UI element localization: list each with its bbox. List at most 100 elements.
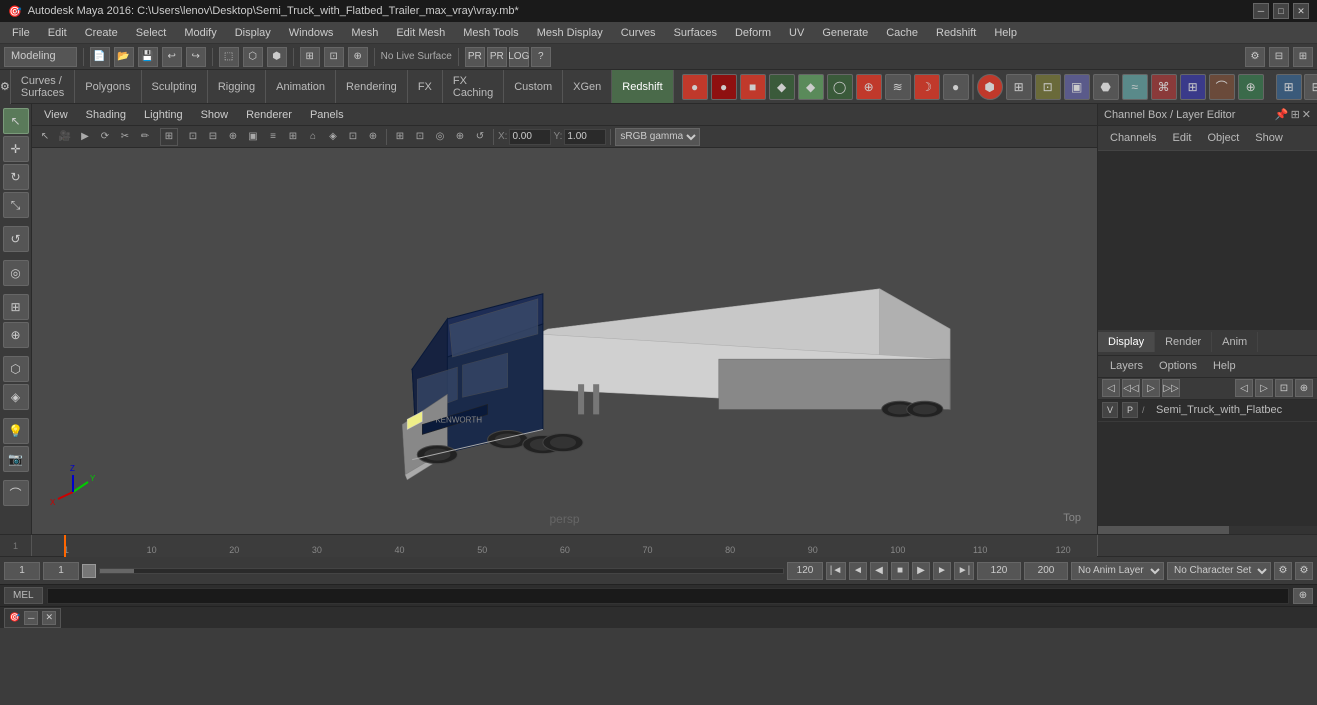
vt-btn-20[interactable]: ◎ [431, 128, 449, 146]
lasso-tool[interactable]: ⬡ [243, 47, 263, 67]
play-fwd-btn[interactable]: ▶ [912, 562, 930, 580]
crv-btn[interactable]: ⌒ [3, 480, 29, 506]
vp-menu-renderer[interactable]: Renderer [238, 107, 300, 123]
snap-curve[interactable]: ⊡ [324, 47, 344, 67]
mode-dropdown[interactable]: Modeling [4, 47, 77, 67]
light-btn[interactable]: 💡 [3, 418, 29, 444]
gamma-select[interactable]: sRGB gamma [615, 128, 700, 146]
rp-float-btn[interactable]: ⊞ [1291, 108, 1300, 121]
layers-scroll-thumb[interactable] [1098, 526, 1229, 534]
open-scene-btn[interactable]: 📂 [114, 47, 134, 67]
vt-btn-15[interactable]: ◈ [324, 128, 342, 146]
menu-mesh-tools[interactable]: Mesh Tools [455, 25, 526, 41]
rp-tab-anim[interactable]: Anim [1212, 332, 1258, 352]
vt-btn-19[interactable]: ⊡ [411, 128, 429, 146]
camera-btn[interactable]: 📷 [3, 446, 29, 472]
tab-animation[interactable]: Animation [266, 70, 336, 103]
layer-opt1[interactable]: ◁ [1235, 379, 1253, 397]
vt-btn-5[interactable]: ✂ [116, 128, 134, 146]
ch-object[interactable]: Object [1201, 130, 1245, 146]
menu-edit[interactable]: Edit [40, 25, 75, 41]
playback-opts-btn[interactable]: ⚙ [1274, 562, 1292, 580]
menu-help[interactable]: Help [986, 25, 1025, 41]
menu-deform[interactable]: Deform [727, 25, 779, 41]
render-btn[interactable]: PR [465, 47, 485, 67]
menu-windows[interactable]: Windows [281, 25, 342, 41]
layers-scrollbar[interactable] [1098, 526, 1317, 534]
end-frame-input[interactable]: 120 [787, 562, 823, 580]
vt-btn-18[interactable]: ⊞ [391, 128, 409, 146]
select-tool[interactable]: ⬚ [219, 47, 239, 67]
scale-tool-btn[interactable]: ⤡ [3, 192, 29, 218]
maximize-button[interactable]: □ [1273, 3, 1289, 19]
coord-x-input[interactable] [509, 129, 551, 145]
tab-fx-caching[interactable]: FX Caching [443, 70, 504, 103]
viewport-canvas[interactable]: KENWORTH persp Y X Z Top [32, 148, 1097, 534]
shelf-icon-3[interactable]: ■ [740, 74, 766, 100]
go-start-btn[interactable]: |◄ [826, 562, 846, 580]
shelf-icon-r2[interactable]: ⊟ [1304, 74, 1317, 100]
close-button[interactable]: ✕ [1293, 3, 1309, 19]
vp-menu-show[interactable]: Show [193, 107, 237, 123]
log-btn[interactable]: LOG [509, 47, 529, 67]
layer-end-btn[interactable]: ▷▷ [1162, 379, 1180, 397]
vt-btn-16[interactable]: ⊡ [344, 128, 362, 146]
menu-file[interactable]: File [4, 25, 38, 41]
shelf-icon-17[interactable]: ⌘ [1151, 74, 1177, 100]
tab-curves-surfaces[interactable]: Curves / Surfaces [11, 70, 75, 103]
tab-rendering[interactable]: Rendering [336, 70, 408, 103]
layer-opt3[interactable]: ⊡ [1275, 379, 1293, 397]
help-tab[interactable]: Help [1207, 358, 1242, 374]
layer-opt4[interactable]: ⊕ [1295, 379, 1313, 397]
rp-tab-display[interactable]: Display [1098, 332, 1155, 352]
menu-generate[interactable]: Generate [814, 25, 876, 41]
shelf-icon-15[interactable]: ⬣ [1093, 74, 1119, 100]
mel-input[interactable] [47, 588, 1289, 604]
shelf-icon-8[interactable]: ≋ [885, 74, 911, 100]
vt-btn-22[interactable]: ↺ [471, 128, 489, 146]
layers-tab[interactable]: Layers [1104, 358, 1149, 374]
save-scene-btn[interactable]: 💾 [138, 47, 158, 67]
rp-pin-btn[interactable]: 📌 [1275, 108, 1289, 121]
layer-opt2[interactable]: ▷ [1255, 379, 1273, 397]
layer-add-btn[interactable]: ◁ [1102, 379, 1120, 397]
soft-sel-btn[interactable]: ◎ [3, 260, 29, 286]
menu-uv[interactable]: UV [781, 25, 812, 41]
vt-btn-9[interactable]: ⊟ [204, 128, 222, 146]
paint-btn[interactable]: ◈ [3, 384, 29, 410]
shelf-icon-r1[interactable]: ⊞ [1276, 74, 1302, 100]
layer-p-btn[interactable]: P [1122, 402, 1138, 418]
stop-btn[interactable]: ■ [891, 562, 909, 580]
menu-modify[interactable]: Modify [176, 25, 224, 41]
playback-total-input[interactable]: 200 [1024, 562, 1068, 580]
rotate-tool-btn[interactable]: ↻ [3, 164, 29, 190]
menu-cache[interactable]: Cache [878, 25, 926, 41]
tab-rigging[interactable]: Rigging [208, 70, 266, 103]
title-bar-controls[interactable]: ─ □ ✕ [1253, 3, 1309, 19]
timeline-ruler[interactable]: 1 10 20 30 40 50 60 70 80 90 100 110 120 [64, 535, 1097, 557]
vt-btn-10[interactable]: ⊕ [224, 128, 242, 146]
shelf-icon-4[interactable]: ◆ [769, 74, 795, 100]
vt-btn-14[interactable]: ⌂ [304, 128, 322, 146]
shelf-icon-1[interactable]: ● [682, 74, 708, 100]
frame-slider[interactable] [99, 568, 784, 574]
start-frame-input[interactable]: 1 [4, 562, 40, 580]
tab-sculpting[interactable]: Sculpting [142, 70, 208, 103]
shelf-icon-6[interactable]: ◯ [827, 74, 853, 100]
playback-end-input[interactable]: 120 [977, 562, 1021, 580]
shelf-icon-19[interactable]: ⌒ [1209, 74, 1235, 100]
menu-curves[interactable]: Curves [613, 25, 664, 41]
current-frame-input[interactable]: 1 [43, 562, 79, 580]
vt-btn-11[interactable]: ▣ [244, 128, 262, 146]
mel-tab[interactable]: MEL [4, 587, 43, 604]
rp-tab-render[interactable]: Render [1155, 332, 1212, 352]
new-scene-btn[interactable]: 📄 [90, 47, 110, 67]
tab-custom[interactable]: Custom [504, 70, 563, 103]
char-opts-btn[interactable]: ⚙ [1295, 562, 1313, 580]
ch-channels[interactable]: Channels [1104, 130, 1162, 146]
menu-mesh[interactable]: Mesh [343, 25, 386, 41]
vt-btn-13[interactable]: ⊞ [284, 128, 302, 146]
shelf-icon-11[interactable]: ⬢ [977, 74, 1003, 100]
character-set-select[interactable]: No Character Set [1167, 562, 1271, 580]
shelf-icon-12[interactable]: ⊞ [1006, 74, 1032, 100]
